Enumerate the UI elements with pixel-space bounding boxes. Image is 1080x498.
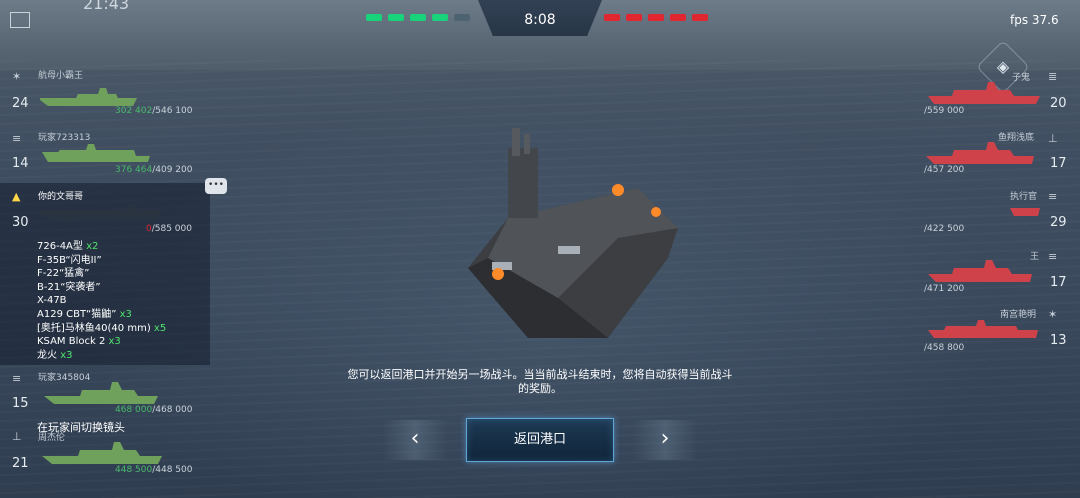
enemy-marker — [648, 14, 664, 21]
ally-health: 376 464/409 200 — [115, 165, 193, 175]
self-ship-silhouette — [40, 204, 162, 220]
enemy-name: 执行官 — [1010, 192, 1038, 202]
enemy-ship-silhouette — [928, 82, 1040, 104]
enemy-ship-silhouette — [926, 142, 1034, 164]
ally-level: 21 — [12, 456, 29, 471]
self-level: 30 — [12, 215, 29, 230]
enemy-marker — [604, 14, 620, 21]
ally-team-status — [366, 14, 470, 21]
weapon-item: [奥托]马林鱼40(40 mm) x5 — [37, 322, 167, 334]
weapon-item: 龙火 x3 — [37, 349, 73, 361]
weapon-item: F-35B“闪电II” — [37, 254, 102, 266]
enemy-level: 29 — [1050, 215, 1067, 230]
weapon-item: F-22“猛禽” — [37, 268, 90, 280]
rank-icon: ✶ — [1048, 308, 1058, 321]
fire-effect — [492, 268, 504, 280]
ally-level: 24 — [12, 96, 29, 111]
rank-icon: ≡ — [12, 132, 22, 145]
ally-ship-silhouette — [42, 144, 150, 162]
rank-icon: ⊥ — [1048, 132, 1058, 145]
match-timer: 8:08 — [524, 12, 556, 28]
weapon-list: 726-4A型 x2 F-35B“闪电II” F-22“猛禽” B-21“突袭者… — [37, 240, 166, 362]
enemy-health: /458 800 — [924, 343, 965, 353]
ally-marker — [366, 14, 382, 21]
ally-marker-destroyed — [454, 14, 470, 21]
ally-marker — [410, 14, 426, 21]
radar-icon: ◈ — [996, 57, 1010, 76]
enemy-health: /422 500 — [924, 224, 965, 234]
self-rank-icon: ▲ — [12, 190, 21, 203]
enemy-ship-silhouette — [928, 260, 1032, 282]
weapon-item: B-21“突袭者” — [37, 281, 101, 293]
weapon-item: A129 CBT“猫鼬” x3 — [37, 308, 132, 320]
ally-marker — [432, 14, 448, 21]
clock: 21:43 — [83, 0, 130, 13]
enemy-marker — [670, 14, 686, 21]
enemy-ship-silhouette — [928, 320, 1038, 338]
rank-icon: ≡ — [1048, 250, 1058, 263]
fullscreen-icon[interactable] — [10, 12, 30, 28]
aircraft-carrier — [468, 128, 678, 338]
enemy-ship-silhouette — [1010, 208, 1040, 216]
enemy-level: 13 — [1050, 333, 1067, 348]
fps-counter: fps 37.6 — [1010, 13, 1059, 27]
ally-ship-silhouette — [44, 382, 158, 404]
enemy-level: 17 — [1050, 275, 1067, 290]
fire-effect — [612, 184, 624, 196]
prev-player-button[interactable]: ‹ — [383, 420, 447, 460]
rank-icon: ≡ — [12, 372, 22, 385]
rank-icon: ≡ — [1048, 190, 1058, 203]
battle-end-message: 您可以返回港口并开始另一场战斗。当当前战斗结束时，您将自动获得当前战斗的奖励。 — [347, 368, 733, 395]
chat-icon[interactable]: ••• — [205, 178, 227, 194]
enemy-health: /559 000 — [924, 106, 965, 116]
ally-marker — [388, 14, 404, 21]
enemy-marker — [692, 14, 708, 21]
rank-icon: ✶ — [12, 70, 22, 83]
self-health: 0/585 000 — [146, 224, 192, 234]
rank-icon: ≣ — [1048, 70, 1058, 83]
enemy-level: 20 — [1050, 96, 1067, 111]
return-to-port-button[interactable]: 返回港口 — [466, 418, 614, 462]
ally-level: 14 — [12, 156, 29, 171]
enemy-health: /471 200 — [924, 284, 965, 294]
next-player-button[interactable]: › — [633, 420, 697, 460]
ally-level: 15 — [12, 396, 29, 411]
weapon-item: 726-4A型 x2 — [37, 241, 99, 252]
ally-ship-silhouette — [40, 88, 137, 106]
ally-health: 302 402/546 100 — [115, 106, 193, 116]
enemy-health: /457 200 — [924, 165, 965, 175]
ally-health: 448 500/448 500 — [115, 465, 193, 475]
fire-effect — [651, 207, 661, 217]
enemy-team-status — [604, 14, 708, 21]
enemy-level: 17 — [1050, 156, 1067, 171]
rank-icon: ⊥ — [12, 430, 22, 443]
ally-ship-silhouette — [42, 442, 162, 464]
ally-health: 468 000/468 000 — [115, 405, 193, 415]
weapon-item: X-47B — [37, 295, 67, 307]
weapon-item: KSAM Block 2 x3 — [37, 336, 121, 348]
enemy-marker — [626, 14, 642, 21]
